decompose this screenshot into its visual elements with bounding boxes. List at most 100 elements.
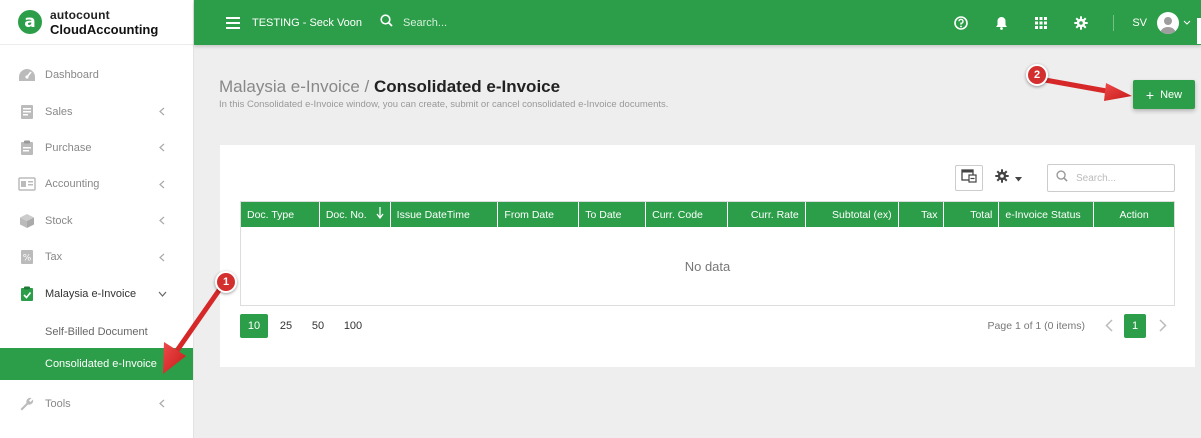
- sort-down-arrow-icon: [376, 207, 384, 222]
- annotation-badge-1: 1: [215, 271, 237, 293]
- gear-icon: [995, 168, 1009, 188]
- dashboard-icon: [18, 66, 36, 84]
- page-size-25[interactable]: 25: [272, 314, 300, 338]
- chevron-left-icon[interactable]: [1105, 319, 1113, 337]
- user-initials[interactable]: SV: [1132, 17, 1147, 29]
- chevron-left-icon: [157, 399, 167, 409]
- sidebar-item-dashboard[interactable]: Dashboard: [0, 57, 193, 93]
- chevron-left-icon: [157, 252, 167, 262]
- sidebar-item-stock[interactable]: Stock: [0, 203, 193, 239]
- page-size-10[interactable]: 10: [240, 314, 268, 338]
- search-icon: [1056, 169, 1068, 187]
- brand-name-top: autocount: [50, 7, 110, 22]
- grid-settings-button[interactable]: [995, 168, 1022, 188]
- chevron-left-icon: [157, 107, 167, 117]
- chevron-right-icon[interactable]: [1159, 319, 1167, 337]
- column-header-tax[interactable]: Tax: [899, 202, 945, 227]
- column-chooser-button[interactable]: [955, 165, 983, 191]
- sidebar-item-label: Purchase: [45, 141, 92, 154]
- avatar[interactable]: [1157, 11, 1179, 34]
- breadcrumb-parent[interactable]: Malaysia e-Invoice: [219, 77, 360, 96]
- breadcrumb-current: Consolidated e-Invoice: [373, 77, 561, 96]
- wrench-icon: [18, 395, 36, 413]
- sidebar-item-label: Tax: [45, 251, 63, 264]
- apps-grid-icon[interactable]: [1033, 15, 1049, 31]
- sidebar-item-tools[interactable]: Tools: [0, 386, 193, 422]
- sidebar-item-purchase[interactable]: Purchase: [0, 130, 193, 166]
- data-grid: Doc. Type Doc. No. Issue DateTime From D…: [240, 201, 1175, 306]
- grid-card: Doc. Type Doc. No. Issue DateTime From D…: [220, 145, 1195, 367]
- chevron-left-icon: [157, 143, 167, 153]
- sidebar-item-label: Tools: [45, 397, 71, 410]
- tax-icon: %: [18, 248, 36, 266]
- global-search[interactable]: [380, 13, 604, 32]
- page-info: Page 1 of 1 (0 items): [987, 320, 1085, 332]
- grid-empty-state: No data: [684, 258, 731, 274]
- new-button[interactable]: + New: [1133, 80, 1195, 109]
- hamburger-menu-icon[interactable]: [226, 16, 240, 29]
- grid-toolbar: [955, 164, 1175, 192]
- chevron-left-icon: [157, 179, 167, 189]
- page-title: Malaysia e-Invoice / Consolidated e-Invo…: [219, 77, 560, 97]
- column-header-doc-type[interactable]: Doc. Type: [241, 202, 320, 227]
- annotation-arrow-2: [1042, 77, 1132, 101]
- sidebar-subitem-consolidated-einvoice[interactable]: Consolidated e-Invoice: [0, 347, 193, 380]
- search-icon: [380, 13, 393, 32]
- column-header-action[interactable]: Action: [1094, 202, 1174, 227]
- column-chooser-icon: [961, 168, 977, 188]
- sidebar-item-label: Sales: [45, 105, 73, 118]
- sidebar-item-sales[interactable]: Sales: [0, 93, 193, 129]
- breadcrumb-separator: /: [364, 77, 370, 96]
- pager: 10 25 50 100 Page 1 of 1 (0 items) 1: [240, 314, 1175, 338]
- sales-icon: [18, 103, 36, 121]
- scrollbar[interactable]: [1197, 18, 1201, 44]
- sidebar-item-malaysia-einvoice[interactable]: Malaysia e-Invoice: [0, 275, 193, 311]
- brand[interactable]: a autocount CloudAccounting: [0, 0, 193, 45]
- svg-text:%: %: [23, 254, 32, 264]
- column-header-from-date[interactable]: From Date: [498, 202, 580, 227]
- help-icon[interactable]: [953, 15, 969, 31]
- top-bar-divider: [1113, 14, 1115, 31]
- page-size-100[interactable]: 100: [336, 314, 370, 338]
- company-name[interactable]: TESTING - Seck Voon: [252, 17, 362, 29]
- column-header-to-date[interactable]: To Date: [579, 202, 647, 227]
- top-bar: TESTING - Seck Voon SV: [194, 0, 1201, 45]
- brand-name-bottom: CloudAccounting: [50, 21, 159, 37]
- column-header-issue-datetime[interactable]: Issue DateTime: [391, 202, 499, 227]
- chevron-down-icon[interactable]: [1183, 20, 1191, 25]
- purchase-icon: [18, 139, 36, 157]
- page-number-current[interactable]: 1: [1124, 314, 1146, 338]
- accounting-icon: [18, 175, 36, 193]
- chevron-left-icon: [157, 216, 167, 226]
- brand-logo: a: [18, 10, 42, 34]
- sidebar-item-label: Accounting: [45, 178, 100, 191]
- sidebar-item-accounting[interactable]: Accounting: [0, 166, 193, 202]
- column-header-subtotal[interactable]: Subtotal (ex): [806, 202, 899, 227]
- grid-search[interactable]: [1047, 164, 1175, 192]
- column-header-curr-rate[interactable]: Curr. Rate: [728, 202, 806, 227]
- plus-icon: +: [1145, 86, 1155, 103]
- stock-icon: [18, 212, 36, 230]
- top-bar-icons: SV: [953, 0, 1201, 45]
- sidebar: a autocount CloudAccounting Dashboard Sa…: [0, 0, 194, 438]
- sidebar-item-label: Malaysia e-Invoice: [45, 287, 137, 300]
- einvoice-icon: [18, 285, 36, 303]
- page-description: In this Consolidated e-Invoice window, y…: [219, 99, 669, 110]
- settings-gear-icon[interactable]: [1073, 15, 1089, 31]
- bell-icon[interactable]: [993, 15, 1009, 31]
- sidebar-menu: Dashboard Sales Purchase Accounting Stoc…: [0, 57, 193, 422]
- caret-down-icon: [1015, 169, 1022, 187]
- column-header-doc-no[interactable]: Doc. No.: [320, 202, 391, 227]
- column-header-total[interactable]: Total: [944, 202, 1000, 227]
- grid-search-input[interactable]: [1076, 172, 1166, 184]
- sidebar-subitem-self-billed-document[interactable]: Self-Billed Document: [0, 316, 193, 348]
- sidebar-item-label: Dashboard: [45, 69, 99, 82]
- column-header-einvoice-status[interactable]: e-Invoice Status: [999, 202, 1095, 227]
- sidebar-item-tax[interactable]: % Tax: [0, 239, 193, 275]
- grid-header: Doc. Type Doc. No. Issue DateTime From D…: [241, 202, 1174, 227]
- global-search-input[interactable]: [403, 16, 604, 29]
- column-header-curr-code[interactable]: Curr. Code: [646, 202, 728, 227]
- page-size-50[interactable]: 50: [304, 314, 332, 338]
- brand-text: autocount CloudAccounting: [50, 9, 158, 36]
- new-button-label: New: [1160, 88, 1183, 101]
